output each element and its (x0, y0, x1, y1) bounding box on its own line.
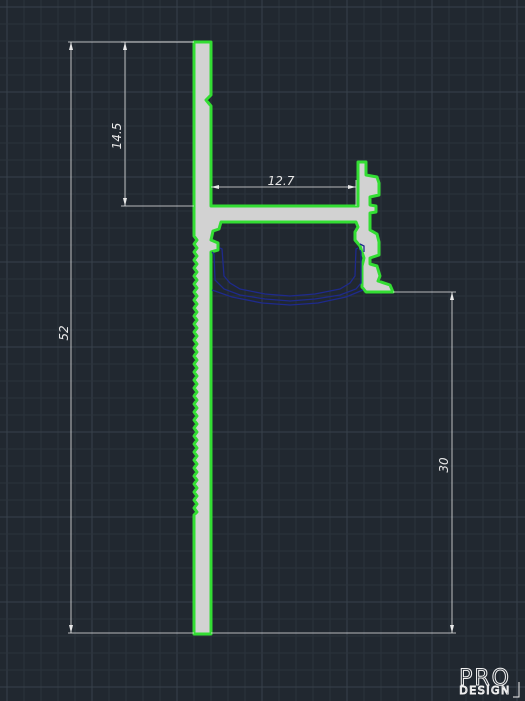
dimension-upper-section (121, 41, 194, 207)
cad-viewport: 52 14.5 12.7 30 PRO DESIGN (0, 0, 525, 701)
dim-label-shelf-depth: 12.7 (268, 174, 295, 188)
logo-line-design: DESIGN (459, 684, 510, 697)
aluminium-profile (192, 40, 395, 636)
dim-label-lower-section: 30 (437, 457, 451, 473)
dim-label-overall-height: 52 (57, 325, 71, 340)
background-grid (0, 0, 525, 701)
prodesign-logo: PRO DESIGN (459, 666, 520, 698)
dimension-lower-section (211, 291, 456, 634)
dim-label-upper-section: 14.5 (110, 123, 124, 150)
profile-drawing: 52 14.5 12.7 30 PRO DESIGN (0, 0, 525, 701)
dimension-overall-height (68, 41, 194, 634)
profile-section (192, 40, 395, 636)
